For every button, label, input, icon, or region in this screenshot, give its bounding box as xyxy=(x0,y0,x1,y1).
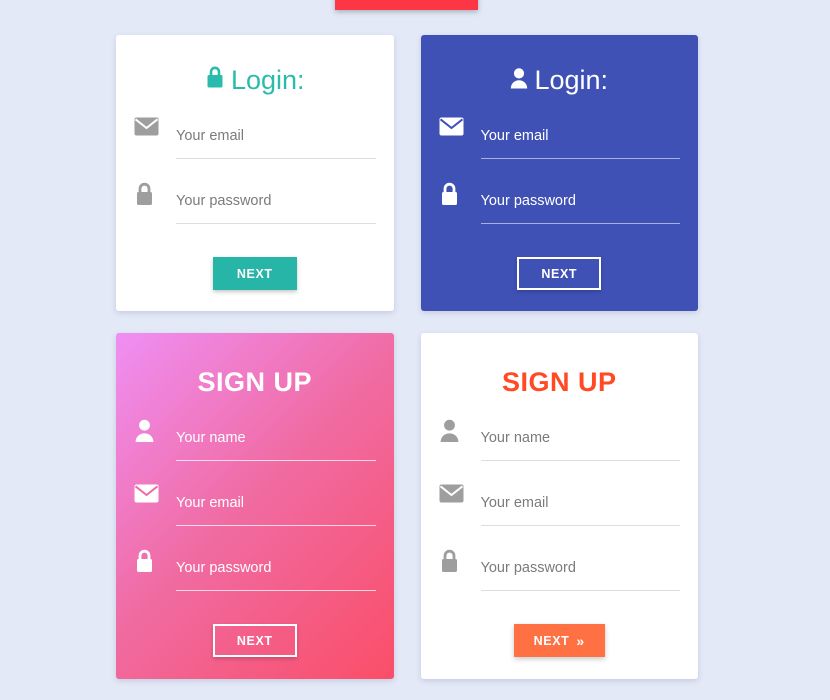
field-row-password xyxy=(439,179,680,244)
signup-pink-fields xyxy=(134,416,376,611)
card-title-login-indigo: Login: xyxy=(439,35,681,96)
field-row-name xyxy=(134,416,376,481)
card-login-indigo: Login: Your email Your password NEXT xyxy=(420,35,698,311)
password-field-wrap xyxy=(176,179,376,224)
next-button[interactable]: NEXT xyxy=(212,257,297,290)
name-field-wrap xyxy=(480,416,680,461)
card-login-teal: Login: Your email Your password NEXT xyxy=(116,35,394,311)
password-input[interactable] xyxy=(480,549,680,591)
signup-white-fields xyxy=(439,416,680,611)
card-title-text: Login: xyxy=(534,65,609,95)
field-row-email xyxy=(134,114,376,179)
email-field-wrap xyxy=(480,481,680,526)
email-field-wrap xyxy=(176,481,376,526)
card-title-text: SIGN UP xyxy=(501,367,617,397)
name-input[interactable] xyxy=(176,419,376,461)
field-row-password xyxy=(134,546,376,611)
password-input[interactable] xyxy=(480,182,680,224)
login-teal-button-row: NEXT xyxy=(134,257,376,290)
card-row-top: Login: Your email Your password NEXT Log… xyxy=(116,35,698,311)
field-row-name xyxy=(439,416,680,481)
password-input[interactable] xyxy=(176,549,376,591)
password-field-wrap xyxy=(176,546,376,591)
envelope-icon xyxy=(134,481,176,503)
email-field-wrap xyxy=(480,114,680,159)
envelope-icon xyxy=(439,481,481,503)
card-title-text: Login: xyxy=(230,65,305,95)
email-input[interactable] xyxy=(480,117,680,159)
envelope-icon xyxy=(439,114,481,136)
lock-icon xyxy=(134,546,176,574)
login-indigo-fields xyxy=(439,114,680,244)
next-button-label: NEXT xyxy=(541,266,578,281)
card-signup-white: SIGN UP Your name Your email Your passwo… xyxy=(420,333,698,679)
password-input[interactable] xyxy=(176,182,376,224)
partial-red-bar xyxy=(335,0,478,10)
login-indigo-button-row: NEXT xyxy=(439,257,681,290)
next-button[interactable]: NEXT » xyxy=(513,624,605,657)
card-grid: Login: Your email Your password NEXT Log… xyxy=(116,35,698,679)
email-input[interactable] xyxy=(480,484,680,526)
next-button-label: NEXT xyxy=(533,633,570,648)
signup-white-button-row: NEXT » xyxy=(439,624,681,657)
email-input[interactable] xyxy=(176,484,376,526)
card-title-signup-white: SIGN UP xyxy=(439,333,681,398)
field-row-email xyxy=(439,114,680,179)
lock-icon xyxy=(134,179,176,207)
next-button-label: NEXT xyxy=(236,633,273,648)
field-row-email xyxy=(439,481,680,546)
field-row-password xyxy=(439,546,680,611)
card-row-bottom: SIGN UP Your name Your email Your passwo… xyxy=(116,333,698,679)
next-button[interactable]: NEXT xyxy=(517,257,602,290)
double-chevron-right-icon: » xyxy=(576,632,585,649)
envelope-icon xyxy=(134,114,176,136)
person-icon xyxy=(510,65,528,96)
next-button-label: NEXT xyxy=(236,266,273,281)
name-field-wrap xyxy=(176,416,376,461)
email-field-wrap xyxy=(176,114,376,159)
password-field-wrap xyxy=(480,179,680,224)
signup-pink-button-row: NEXT xyxy=(134,624,376,657)
name-input[interactable] xyxy=(480,419,680,461)
login-teal-fields xyxy=(134,114,376,244)
lock-icon xyxy=(439,546,481,574)
person-icon xyxy=(439,416,481,443)
card-title-text: SIGN UP xyxy=(197,367,313,397)
email-input[interactable] xyxy=(176,117,376,159)
password-field-wrap xyxy=(480,546,680,591)
card-signup-pink: SIGN UP Your name Your email Your passwo… xyxy=(116,333,394,679)
next-button[interactable]: NEXT xyxy=(212,624,297,657)
person-icon xyxy=(134,416,176,443)
card-title-login-teal: Login: xyxy=(134,35,376,96)
field-row-email xyxy=(134,481,376,546)
lock-icon xyxy=(205,65,225,96)
field-row-password xyxy=(134,179,376,244)
lock-icon xyxy=(439,179,481,207)
card-title-signup-pink: SIGN UP xyxy=(134,333,376,398)
